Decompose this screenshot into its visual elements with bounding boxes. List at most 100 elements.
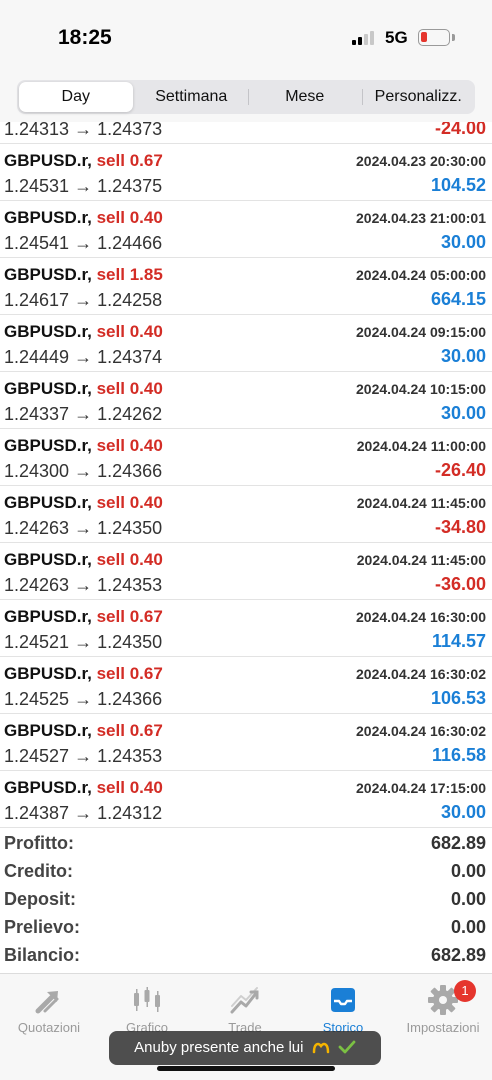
trade-profit: 30.00 bbox=[440, 346, 486, 366]
trade-row[interactable]: GBPUSD.r, sell 0.67 2024.04.24 16:30:00 1.… bbox=[0, 600, 492, 657]
trade-symbol: GBPUSD.r, sell 0.40 bbox=[4, 379, 163, 399]
symbol-name: GBPUSD.r, bbox=[4, 379, 92, 398]
summary-value: 682.89 bbox=[430, 833, 486, 853]
trade-profit: -26.40 bbox=[434, 460, 486, 480]
status-time: 18:25 bbox=[58, 26, 112, 49]
toast-text: Anuby presente anche lui bbox=[134, 1039, 304, 1056]
home-indicator[interactable] bbox=[157, 1066, 335, 1071]
trade-time: 2024.04.23 20:30:00 bbox=[356, 153, 486, 169]
trade-volume: 0.67 bbox=[129, 664, 163, 683]
trade-row[interactable]: GBPUSD.r, sell 0.40 2024.04.24 11:45:00 1.… bbox=[0, 486, 492, 543]
trade-line-icon bbox=[229, 984, 261, 1016]
hands-emoji-icon bbox=[312, 1042, 329, 1054]
trade-profit: 30.00 bbox=[440, 403, 486, 423]
trade-row[interactable]: GBPUSD.r, sell 0.40 2024.04.24 11:00:00 1.… bbox=[0, 429, 492, 486]
trade-volume: 1.85 bbox=[129, 265, 163, 284]
trade-prices: 1.24387 → 1.24312 bbox=[4, 803, 163, 823]
trade-profit: 664.15 bbox=[430, 289, 486, 309]
trade-time: 2024.04.24 11:45:00 bbox=[356, 552, 486, 568]
summary-row: Profitto: 682.89 bbox=[0, 830, 492, 858]
summary-label: Prelievo: bbox=[4, 917, 81, 937]
trade-side: sell bbox=[96, 322, 125, 341]
trade-time: 2024.04.24 17:15:00 bbox=[356, 780, 486, 796]
nav-quotazioni[interactable]: Quotazioni bbox=[0, 974, 98, 1044]
trade-symbol: GBPUSD.r, sell 0.40 bbox=[4, 493, 163, 513]
tab-mese[interactable]: Mese bbox=[248, 82, 362, 112]
trade-row[interactable]: GBPUSD.r, sell 0.67 2024.04.24 16:30:02 1.… bbox=[0, 714, 492, 771]
trade-time: 2024.04.24 11:00:00 bbox=[356, 438, 486, 454]
trade-row[interactable]: GBPUSD.r, sell 0.67 2024.04.24 16:30:02 1.… bbox=[0, 657, 492, 714]
trade-profit: 30.00 bbox=[440, 232, 486, 252]
trade-profit: 114.57 bbox=[431, 631, 486, 651]
trade-prices: 1.24337 → 1.24262 bbox=[4, 404, 163, 424]
trade-row[interactable]: GBPUSD.r, sell 0.40 2024.04.24 11:45:00 1.… bbox=[0, 543, 492, 600]
history-inbox-icon bbox=[327, 984, 359, 1016]
trade-symbol: GBPUSD.r, sell 1.85 bbox=[4, 265, 163, 285]
trade-volume: 0.67 bbox=[129, 721, 163, 740]
trade-volume: 0.67 bbox=[129, 151, 163, 170]
symbol-name: GBPUSD.r, bbox=[4, 322, 92, 341]
summary-row: Deposit: 0.00 bbox=[0, 886, 492, 914]
summary-label: Profitto: bbox=[4, 833, 74, 853]
summary-value: 0.00 bbox=[450, 917, 486, 937]
candlestick-chart-icon bbox=[131, 984, 163, 1016]
tab-personalizz[interactable]: Personalizz. bbox=[361, 82, 476, 112]
trade-row[interactable]: GBPUSD.r, sell 0.40 2024.04.24 17:15:00 1.… bbox=[0, 771, 492, 828]
tab-day[interactable]: Day bbox=[19, 82, 133, 112]
quotes-arrows-icon bbox=[33, 984, 65, 1016]
trade-symbol: GBPUSD.r, sell 0.40 bbox=[4, 208, 163, 228]
trade-row[interactable]: GBPUSD.r, sell 1.85 2024.04.24 05:00:00 1.… bbox=[0, 258, 492, 315]
trade-history-list[interactable]: GBPUSD.r, sell 0.40 1.24313 → 1.24373 -24.… bbox=[0, 122, 492, 828]
trade-time: 2024.04.24 16:30:00 bbox=[356, 609, 486, 625]
nav-label: Impostazioni bbox=[406, 1020, 480, 1035]
summary-row: Credito: 0.00 bbox=[0, 858, 492, 886]
trade-time: 2024.04.24 09:15:00 bbox=[356, 324, 486, 340]
trade-volume: 0.40 bbox=[129, 493, 163, 512]
trade-prices: 1.24527 → 1.24353 bbox=[4, 746, 163, 766]
summary-value: 0.00 bbox=[450, 861, 486, 881]
trade-profit: 30.00 bbox=[440, 802, 486, 822]
trade-symbol: GBPUSD.r, sell 0.40 bbox=[4, 778, 163, 798]
trade-volume: 0.40 bbox=[129, 550, 163, 569]
trade-side: sell bbox=[96, 379, 125, 398]
trade-side: sell bbox=[96, 550, 125, 569]
trade-symbol: GBPUSD.r, sell 0.67 bbox=[4, 721, 163, 741]
toast-message: Anuby presente anche lui bbox=[109, 1031, 381, 1065]
trade-row[interactable]: GBPUSD.r, sell 0.401.24313 → 1.24373-24.… bbox=[0, 122, 492, 144]
symbol-name: GBPUSD.r, bbox=[4, 151, 92, 170]
symbol-name: GBPUSD.r, bbox=[4, 550, 92, 569]
trade-volume: 0.40 bbox=[129, 436, 163, 455]
tab-settimana[interactable]: Settimana bbox=[135, 82, 249, 112]
trade-side: sell bbox=[96, 778, 125, 797]
trade-prices: 1.24449 → 1.24374 bbox=[4, 347, 163, 367]
summary-label: Credito: bbox=[4, 861, 73, 881]
trade-symbol: GBPUSD.r, sell 0.67 bbox=[4, 151, 163, 171]
trade-time: 2024.04.24 05:00:00 bbox=[356, 267, 486, 283]
notification-badge: 1 bbox=[454, 980, 476, 1002]
trade-time: 2024.04.24 16:30:02 bbox=[356, 723, 486, 739]
trade-prices: 1.24525 → 1.24366 bbox=[4, 689, 163, 709]
trade-volume: 0.40 bbox=[129, 322, 163, 341]
status-bar: 18:25 5G bbox=[0, 0, 492, 76]
trade-side: sell bbox=[96, 208, 125, 227]
nav-impostazioni[interactable]: Impostazioni 1 bbox=[394, 974, 492, 1044]
nav-label: Quotazioni bbox=[17, 1020, 81, 1035]
trade-profit: -36.00 bbox=[434, 574, 486, 594]
trade-side: sell bbox=[96, 664, 125, 683]
period-selector: Day Settimana Mese Personalizz. bbox=[0, 76, 492, 122]
trade-time: 2024.04.24 11:45:00 bbox=[356, 495, 486, 511]
trade-profit: 104.52 bbox=[430, 175, 486, 195]
segmented-control: Day Settimana Mese Personalizz. bbox=[17, 80, 475, 114]
trade-profit: -24.00 bbox=[434, 122, 486, 138]
trade-row[interactable]: GBPUSD.r, sell 0.40 2024.04.24 09:15:00 1.… bbox=[0, 315, 492, 372]
trade-row[interactable]: GBPUSD.r, sell 0.40 2024.04.23 21:00:01 1.… bbox=[0, 201, 492, 258]
symbol-name: GBPUSD.r, bbox=[4, 493, 92, 512]
summary-value: 682.89 bbox=[430, 945, 486, 965]
trade-row[interactable]: GBPUSD.r, sell 0.40 2024.04.24 10:15:00 1.… bbox=[0, 372, 492, 429]
trade-symbol: GBPUSD.r, sell 0.67 bbox=[4, 607, 163, 627]
trade-row[interactable]: GBPUSD.r, sell 0.67 2024.04.23 20:30:00 1.… bbox=[0, 144, 492, 201]
trade-prices: 1.24263 → 1.24350 bbox=[4, 518, 163, 538]
trade-side: sell bbox=[96, 436, 125, 455]
summary-value: 0.00 bbox=[450, 889, 486, 909]
check-mark-icon bbox=[338, 1040, 356, 1054]
